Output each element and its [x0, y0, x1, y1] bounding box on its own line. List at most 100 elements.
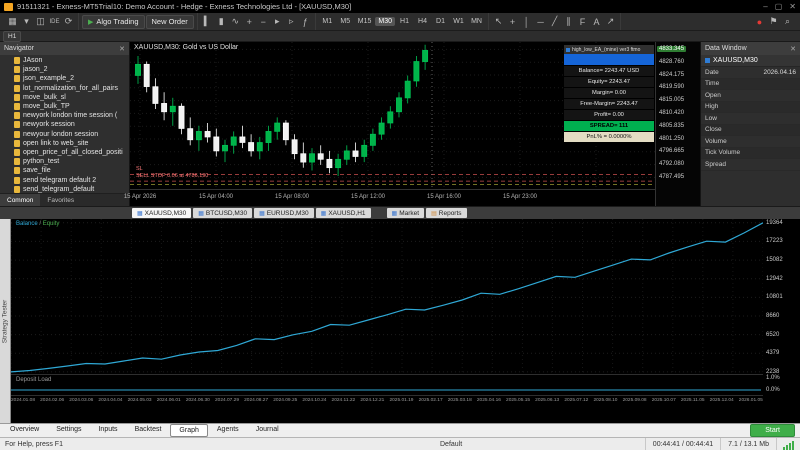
status-right: 00:44:41 / 00:44:41 7.1 / 13.1 Mb — [644, 438, 800, 450]
timeframe-h1-button[interactable]: H1 — [396, 17, 413, 26]
navigator-tab-favorites[interactable]: Favorites — [40, 194, 81, 206]
chart-tab-xauusd-m30[interactable]: ▦ XAUUSD,M30 — [132, 208, 192, 218]
record-icon[interactable]: ● — [753, 15, 766, 28]
line-chart-icon[interactable]: ∿ — [229, 15, 242, 28]
navigator-item[interactable]: JAson — [0, 56, 129, 65]
navigator-item[interactable]: save_file — [0, 166, 129, 175]
chart-tab-btcusd-m30[interactable]: ▦ BTCUSD,M30 — [193, 208, 253, 218]
navigator-item[interactable]: move_bulk_sl — [0, 93, 129, 102]
navigator-item[interactable]: open link to web_site — [0, 139, 129, 148]
timeframe-m15-button[interactable]: M15 — [355, 17, 375, 26]
connection-icon[interactable] — [776, 438, 800, 450]
alerts-icon[interactable]: ⚑ — [767, 15, 780, 28]
price-axis-label: 4792.080 — [659, 161, 685, 168]
fibonacci-icon[interactable]: F — [576, 15, 589, 28]
tester-date-label: 2026.01.05 — [738, 398, 763, 403]
chart-dropdown-icon[interactable]: ▾ — [20, 15, 33, 28]
navigator-item[interactable]: newyork london time session ( — [0, 111, 129, 120]
tester-tab-inputs[interactable]: Inputs — [90, 424, 125, 435]
ide-button[interactable]: IDE — [48, 15, 61, 28]
tester-date-label: 2025.07.12 — [564, 398, 589, 403]
candles-chart-icon[interactable]: ▮ — [215, 15, 228, 28]
profile-name[interactable]: Default — [440, 441, 462, 448]
navigator-item[interactable]: newyork session — [0, 120, 129, 129]
tester-axis-label: 19364 — [766, 219, 783, 226]
price-axis-label: 4824.175 — [659, 71, 685, 78]
tester-date-label: 2025.05.15 — [506, 398, 531, 403]
vertical-line-icon[interactable]: │ — [520, 15, 533, 28]
timeframe-w1-button[interactable]: W1 — [450, 17, 467, 26]
zoom-in-icon[interactable]: + — [243, 15, 256, 28]
chart-tab-xauusd-h1[interactable]: ▦ XAUUSD,H1 — [315, 208, 371, 218]
navigator-item[interactable]: newyour london session — [0, 130, 129, 139]
tester-tab-journal[interactable]: Journal — [248, 424, 287, 435]
navigator-item[interactable]: json_example_2 — [0, 74, 129, 83]
data-window-header: Data Window ✕ — [701, 42, 800, 55]
minimize-button[interactable]: – — [763, 2, 767, 11]
navigator-item[interactable]: send_telegram_default — [0, 185, 129, 193]
timeframe-mn-button[interactable]: MN — [468, 17, 485, 26]
timeframe-h1-button[interactable]: H1 — [3, 30, 22, 42]
price-axis[interactable]: 4833.345 4828.760 4824.175 4819.590 4815.005… — [655, 42, 700, 206]
chart-tab-eurusd-m30[interactable]: ▦ EURUSD,M30 — [254, 208, 314, 218]
tester-date-label: 2024.07.29 — [214, 398, 239, 403]
tester-tab-settings[interactable]: Settings — [48, 424, 89, 435]
tester-date-label: 2025.06.13 — [535, 398, 560, 403]
timeframe-m1-button[interactable]: M1 — [319, 17, 336, 26]
tester-tab-graph[interactable]: Graph — [170, 424, 208, 437]
timeframe-d1-button[interactable]: D1 — [432, 17, 449, 26]
balance-equity-chart[interactable] — [11, 219, 763, 374]
new-order-button[interactable]: New Order — [145, 14, 194, 29]
time-axis[interactable]: 15 Apr 2026 15 Apr 04:00 15 Apr 08:00 15 Ap… — [124, 189, 655, 206]
indicators-icon[interactable]: ƒ — [299, 15, 312, 28]
data-window-row: Volume — [701, 136, 800, 148]
navigator-item[interactable]: send telegram default 2 — [0, 175, 129, 184]
traffic-counter: 7.1 / 13.1 Mb — [720, 438, 776, 450]
zoom-out-icon[interactable]: − — [257, 15, 270, 28]
navigator-item-label: open_price_of_all_closed_positi — [23, 148, 123, 156]
auto-scroll-icon[interactable]: ▸ — [271, 15, 284, 28]
cursor-icon[interactable]: ↖ — [492, 15, 505, 28]
timeframe-m30-button[interactable]: M30 — [375, 17, 396, 26]
navigator-item[interactable]: jason_2 — [0, 65, 129, 74]
chart-shift-icon[interactable]: ▹ — [285, 15, 298, 28]
close-icon[interactable]: ✕ — [119, 45, 125, 53]
navigator-item[interactable]: lot_normalization_for_all_pairs — [0, 84, 129, 93]
close-icon[interactable]: ✕ — [790, 45, 796, 53]
market-tab[interactable]: ▦ Market — [386, 208, 425, 218]
crosshair-icon[interactable]: + — [506, 15, 519, 28]
reports-tab[interactable]: ▤ Reports — [426, 208, 467, 218]
tester-date-label: 2025.08.10 — [593, 398, 618, 403]
search-icon[interactable]: ⌕ — [781, 15, 794, 28]
horizontal-line-icon[interactable]: ─ — [534, 15, 547, 28]
channel-icon[interactable]: ∥ — [562, 15, 575, 28]
chart-area[interactable]: XAUUSD,M30: Gold vs US Dollar SL SELL ST… — [124, 42, 655, 206]
close-button[interactable]: ✕ — [789, 2, 796, 11]
navigator-item[interactable]: move_bulk_TP — [0, 102, 129, 111]
navigator-tab-common[interactable]: Common — [0, 194, 41, 206]
timeframe-h4-button[interactable]: H4 — [414, 17, 431, 26]
maximize-button[interactable]: ▢ — [775, 2, 783, 11]
ea-action-button[interactable] — [564, 54, 654, 66]
arrow-tool-icon[interactable]: ↗ — [604, 15, 617, 28]
new-chart-icon[interactable]: ▦ — [6, 15, 19, 28]
navigator-item-label: python_test — [23, 158, 60, 166]
navigator-item[interactable]: python_test — [0, 157, 129, 166]
tester-tab-backtest[interactable]: Backtest — [127, 424, 170, 435]
text-tool-icon[interactable]: A — [590, 15, 603, 28]
price-axis-label: 4801.250 — [659, 135, 685, 142]
tester-tab-overview[interactable]: Overview — [2, 424, 47, 435]
timeframe-m5-button[interactable]: M5 — [337, 17, 354, 26]
refresh-icon[interactable]: ⟳ — [62, 15, 75, 28]
algo-trading-button[interactable]: ▶ Algo Trading — [82, 14, 145, 29]
profiles-icon[interactable]: ◫ — [34, 15, 47, 28]
tester-date-label: 2025.03.18 — [447, 398, 472, 403]
tester-tab-agents[interactable]: Agents — [209, 424, 247, 435]
data-window-field-label: Close — [705, 126, 722, 134]
bars-chart-icon[interactable]: ▍ — [201, 15, 214, 28]
trendline-icon[interactable]: ╱ — [548, 15, 561, 28]
script-icon — [14, 139, 20, 147]
tester-date-label: 2025.09.08 — [622, 398, 647, 403]
navigator-item[interactable]: open_price_of_all_closed_positi — [0, 148, 129, 157]
start-button[interactable]: Start — [750, 424, 795, 437]
